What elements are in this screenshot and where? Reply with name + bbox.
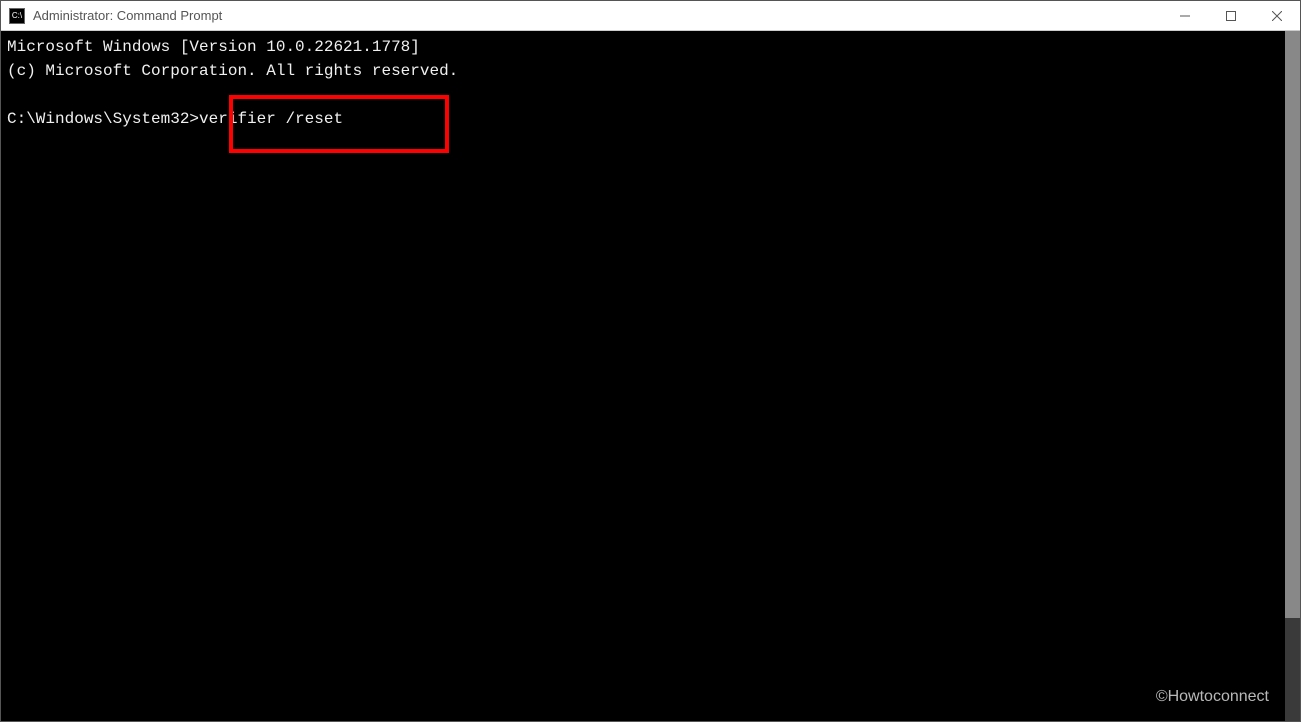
vertical-scrollbar[interactable] bbox=[1285, 31, 1300, 721]
maximize-icon bbox=[1226, 11, 1236, 21]
command-prompt-window: C:\ Administrator: Command Prompt bbox=[0, 0, 1301, 722]
scrollbar-thumb[interactable] bbox=[1285, 31, 1300, 618]
minimize-button[interactable] bbox=[1162, 1, 1208, 30]
terminal-output[interactable]: Microsoft Windows [Version 10.0.22621.17… bbox=[1, 31, 1285, 721]
titlebar[interactable]: C:\ Administrator: Command Prompt bbox=[1, 1, 1300, 31]
watermark-text: ©Howtoconnect bbox=[1156, 688, 1269, 706]
close-button[interactable] bbox=[1254, 1, 1300, 30]
terminal-prompt: C:\Windows\System32> bbox=[7, 107, 199, 131]
terminal-line-version: Microsoft Windows [Version 10.0.22621.17… bbox=[7, 38, 420, 56]
cmd-icon: C:\ bbox=[9, 8, 25, 24]
terminal-command: verifier /reset bbox=[199, 107, 343, 131]
minimize-icon bbox=[1180, 11, 1190, 21]
terminal-wrapper: Microsoft Windows [Version 10.0.22621.17… bbox=[1, 31, 1300, 721]
window-controls bbox=[1162, 1, 1300, 30]
maximize-button[interactable] bbox=[1208, 1, 1254, 30]
close-icon bbox=[1272, 11, 1282, 21]
terminal-prompt-line: C:\Windows\System32>verifier /reset bbox=[7, 107, 1279, 131]
window-title: Administrator: Command Prompt bbox=[33, 8, 1162, 23]
cmd-icon-text: C:\ bbox=[12, 11, 22, 20]
terminal-line-copyright: (c) Microsoft Corporation. All rights re… bbox=[7, 62, 458, 80]
